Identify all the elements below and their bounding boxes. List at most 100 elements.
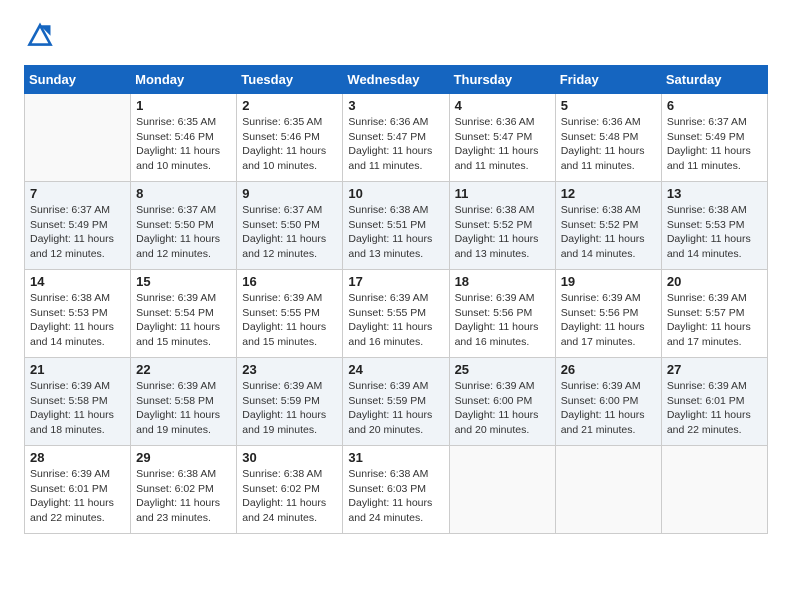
day-number: 29: [136, 450, 231, 465]
cell-line: Sunset: 5:56 PM: [455, 306, 550, 321]
cell-line: Sunset: 6:02 PM: [136, 482, 231, 497]
cell-line: Sunrise: 6:38 AM: [348, 467, 443, 482]
calendar-cell: 25Sunrise: 6:39 AMSunset: 6:00 PMDayligh…: [449, 358, 555, 446]
cell-line: Daylight: 11 hours: [30, 320, 125, 335]
day-number: 22: [136, 362, 231, 377]
cell-line: Daylight: 11 hours: [561, 144, 656, 159]
cell-line: Daylight: 11 hours: [561, 320, 656, 335]
day-number: 12: [561, 186, 656, 201]
cell-line: Sunset: 6:01 PM: [667, 394, 762, 409]
cell-line: Sunrise: 6:39 AM: [30, 379, 125, 394]
calendar-cell: 9Sunrise: 6:37 AMSunset: 5:50 PMDaylight…: [237, 182, 343, 270]
day-number: 9: [242, 186, 337, 201]
calendar-cell: 2Sunrise: 6:35 AMSunset: 5:46 PMDaylight…: [237, 94, 343, 182]
cell-line: and 18 minutes.: [30, 423, 125, 438]
cell-line: Sunset: 5:55 PM: [348, 306, 443, 321]
cell-line: Sunset: 5:55 PM: [242, 306, 337, 321]
calendar-table: SundayMondayTuesdayWednesdayThursdayFrid…: [24, 65, 768, 534]
cell-line: and 16 minutes.: [348, 335, 443, 350]
day-number: 28: [30, 450, 125, 465]
calendar-col-header: Monday: [131, 66, 237, 94]
calendar-cell: 26Sunrise: 6:39 AMSunset: 6:00 PMDayligh…: [555, 358, 661, 446]
cell-line: Sunset: 6:01 PM: [30, 482, 125, 497]
calendar-cell: 12Sunrise: 6:38 AMSunset: 5:52 PMDayligh…: [555, 182, 661, 270]
day-number: 4: [455, 98, 550, 113]
cell-line: Sunrise: 6:37 AM: [136, 203, 231, 218]
day-number: 5: [561, 98, 656, 113]
cell-line: and 12 minutes.: [242, 247, 337, 262]
cell-line: and 10 minutes.: [136, 159, 231, 174]
calendar-cell: 18Sunrise: 6:39 AMSunset: 5:56 PMDayligh…: [449, 270, 555, 358]
cell-line: Sunrise: 6:35 AM: [242, 115, 337, 130]
cell-line: Sunset: 6:00 PM: [455, 394, 550, 409]
calendar-week-row: 21Sunrise: 6:39 AMSunset: 5:58 PMDayligh…: [25, 358, 768, 446]
cell-line: Sunset: 5:47 PM: [348, 130, 443, 145]
cell-line: Daylight: 11 hours: [136, 408, 231, 423]
calendar-cell: [661, 446, 767, 534]
cell-line: Sunrise: 6:39 AM: [242, 379, 337, 394]
cell-line: Sunrise: 6:35 AM: [136, 115, 231, 130]
day-number: 31: [348, 450, 443, 465]
cell-line: Sunset: 5:46 PM: [136, 130, 231, 145]
calendar-cell: 15Sunrise: 6:39 AMSunset: 5:54 PMDayligh…: [131, 270, 237, 358]
cell-line: Sunset: 5:59 PM: [242, 394, 337, 409]
day-number: 7: [30, 186, 125, 201]
cell-line: Sunset: 5:50 PM: [242, 218, 337, 233]
cell-line: Sunrise: 6:38 AM: [136, 467, 231, 482]
cell-line: Daylight: 11 hours: [348, 144, 443, 159]
calendar-cell: 11Sunrise: 6:38 AMSunset: 5:52 PMDayligh…: [449, 182, 555, 270]
cell-line: Daylight: 11 hours: [242, 232, 337, 247]
cell-line: and 20 minutes.: [455, 423, 550, 438]
cell-line: Daylight: 11 hours: [455, 232, 550, 247]
cell-line: and 12 minutes.: [136, 247, 231, 262]
calendar-cell: 6Sunrise: 6:37 AMSunset: 5:49 PMDaylight…: [661, 94, 767, 182]
cell-line: Sunrise: 6:39 AM: [348, 291, 443, 306]
cell-line: and 17 minutes.: [667, 335, 762, 350]
cell-line: and 11 minutes.: [667, 159, 762, 174]
cell-line: and 10 minutes.: [242, 159, 337, 174]
day-number: 27: [667, 362, 762, 377]
calendar-cell: 30Sunrise: 6:38 AMSunset: 6:02 PMDayligh…: [237, 446, 343, 534]
cell-line: Sunrise: 6:38 AM: [30, 291, 125, 306]
day-number: 11: [455, 186, 550, 201]
cell-line: and 15 minutes.: [136, 335, 231, 350]
cell-line: Sunrise: 6:39 AM: [561, 291, 656, 306]
cell-line: Daylight: 11 hours: [242, 496, 337, 511]
cell-line: and 19 minutes.: [242, 423, 337, 438]
cell-line: and 22 minutes.: [667, 423, 762, 438]
day-number: 19: [561, 274, 656, 289]
cell-line: Sunset: 5:46 PM: [242, 130, 337, 145]
calendar-col-header: Sunday: [25, 66, 131, 94]
calendar-cell: 1Sunrise: 6:35 AMSunset: 5:46 PMDaylight…: [131, 94, 237, 182]
calendar-cell: 5Sunrise: 6:36 AMSunset: 5:48 PMDaylight…: [555, 94, 661, 182]
cell-line: Daylight: 11 hours: [455, 408, 550, 423]
cell-line: Sunrise: 6:39 AM: [667, 379, 762, 394]
calendar-cell: 13Sunrise: 6:38 AMSunset: 5:53 PMDayligh…: [661, 182, 767, 270]
calendar-cell: 23Sunrise: 6:39 AMSunset: 5:59 PMDayligh…: [237, 358, 343, 446]
day-number: 30: [242, 450, 337, 465]
calendar-cell: 8Sunrise: 6:37 AMSunset: 5:50 PMDaylight…: [131, 182, 237, 270]
calendar-cell: 4Sunrise: 6:36 AMSunset: 5:47 PMDaylight…: [449, 94, 555, 182]
cell-line: and 23 minutes.: [136, 511, 231, 526]
cell-line: and 11 minutes.: [561, 159, 656, 174]
cell-line: and 13 minutes.: [348, 247, 443, 262]
cell-line: Sunset: 5:49 PM: [30, 218, 125, 233]
cell-line: and 20 minutes.: [348, 423, 443, 438]
cell-line: Sunset: 5:56 PM: [561, 306, 656, 321]
calendar-week-row: 28Sunrise: 6:39 AMSunset: 6:01 PMDayligh…: [25, 446, 768, 534]
logo: [24, 20, 56, 53]
cell-line: Daylight: 11 hours: [30, 496, 125, 511]
calendar-cell: 28Sunrise: 6:39 AMSunset: 6:01 PMDayligh…: [25, 446, 131, 534]
cell-line: Sunrise: 6:39 AM: [455, 379, 550, 394]
cell-line: and 14 minutes.: [667, 247, 762, 262]
calendar-cell: [449, 446, 555, 534]
cell-line: Sunset: 5:54 PM: [136, 306, 231, 321]
cell-line: Sunset: 5:58 PM: [136, 394, 231, 409]
cell-line: Daylight: 11 hours: [136, 320, 231, 335]
day-number: 17: [348, 274, 443, 289]
day-number: 13: [667, 186, 762, 201]
cell-line: and 11 minutes.: [348, 159, 443, 174]
cell-line: Sunset: 5:57 PM: [667, 306, 762, 321]
cell-line: and 14 minutes.: [30, 335, 125, 350]
calendar-cell: 14Sunrise: 6:38 AMSunset: 5:53 PMDayligh…: [25, 270, 131, 358]
